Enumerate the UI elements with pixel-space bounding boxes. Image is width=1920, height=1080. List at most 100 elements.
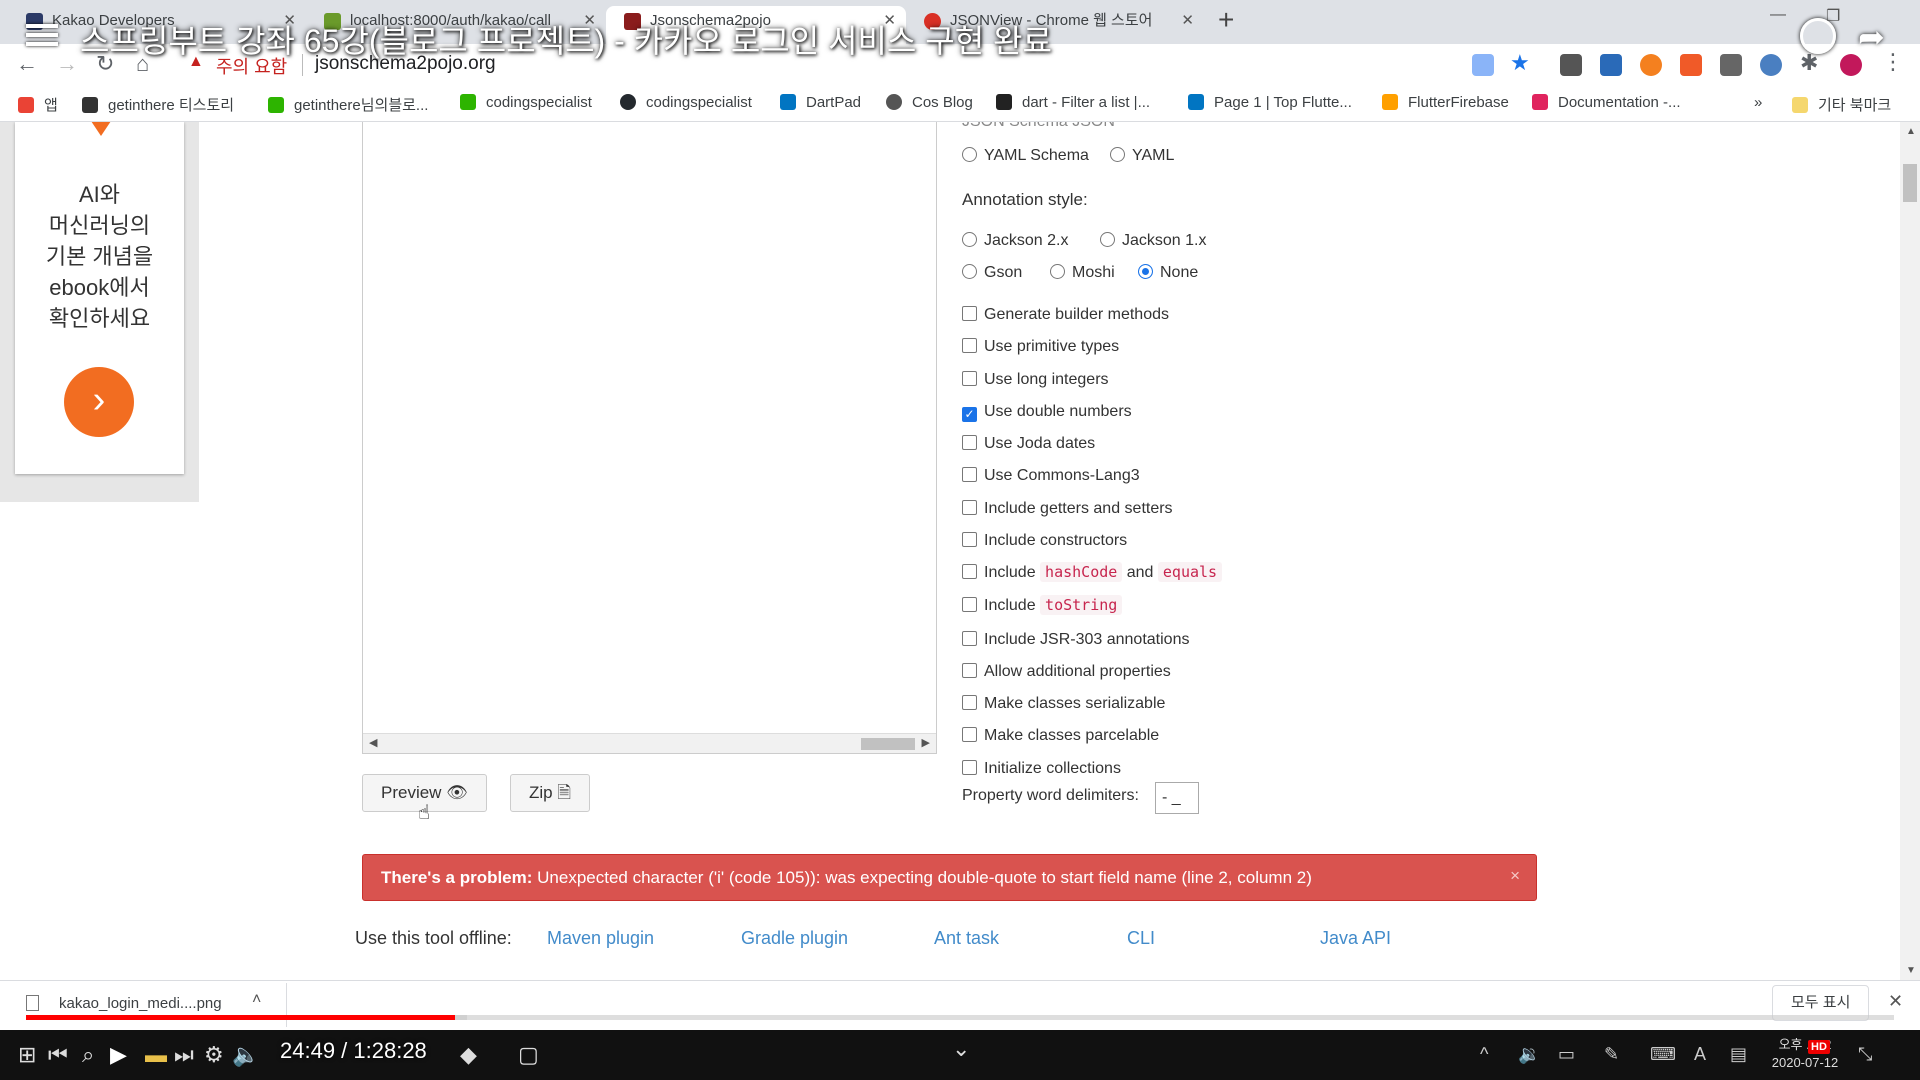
radio-button-selected[interactable] xyxy=(1138,264,1153,279)
next-icon[interactable]: ⏭ xyxy=(174,1042,194,1068)
bookmarks-overflow-chevron[interactable]: » xyxy=(1754,94,1762,111)
radio-button[interactable] xyxy=(1100,232,1115,247)
zip-button[interactable]: Zip 🗎 xyxy=(510,774,591,812)
download-item[interactable]: kakao_login_medi....png xyxy=(26,995,222,1012)
maven-plugin-link[interactable]: Maven plugin xyxy=(547,928,654,949)
checkbox-hashcode-equals[interactable]: Include hashCode and equals xyxy=(962,562,1223,582)
share-arrow-icon[interactable]: ➦ xyxy=(1858,18,1885,56)
radio-gson[interactable]: Gson xyxy=(962,264,1022,282)
checkbox-builder[interactable]: Generate builder methods xyxy=(962,306,1169,324)
app-icon[interactable]: ◆ xyxy=(460,1042,477,1068)
menu-kebab-icon[interactable]: ⋮ xyxy=(1882,49,1904,75)
radio-button[interactable] xyxy=(962,232,977,247)
checkbox-double[interactable]: ✓ Use double numbers xyxy=(962,403,1132,422)
alert-close-icon[interactable]: × xyxy=(1510,853,1520,898)
extension-icon[interactable] xyxy=(1560,54,1582,76)
bookmark-item[interactable]: DartPad xyxy=(780,94,861,111)
checkbox-parcelable[interactable]: Make classes parcelable xyxy=(962,727,1159,745)
checkbox[interactable] xyxy=(962,371,977,386)
tray-expand-icon[interactable]: ^ xyxy=(1480,1044,1488,1065)
extension-icon[interactable] xyxy=(1640,54,1662,76)
checkbox[interactable] xyxy=(962,500,977,515)
checkbox[interactable] xyxy=(962,338,977,353)
checkbox-long[interactable]: Use long integers xyxy=(962,371,1109,389)
ad-arrow-button[interactable]: › xyxy=(64,367,134,437)
scroll-down-icon[interactable]: ▼ xyxy=(1906,965,1916,976)
checkbox-additional-props[interactable]: Allow additional properties xyxy=(962,663,1171,681)
close-icon[interactable]: ✕ xyxy=(1888,991,1903,1012)
checkbox-commons[interactable]: Use Commons-Lang3 xyxy=(962,467,1140,485)
bookmark-item[interactable]: Documentation -... xyxy=(1532,94,1681,111)
folder-icon[interactable]: ▬ xyxy=(145,1042,167,1068)
checkbox[interactable] xyxy=(962,760,977,775)
scroll-up-icon[interactable]: ▲ xyxy=(1906,126,1916,137)
fullscreen-icon[interactable]: ▢ xyxy=(518,1042,539,1068)
video-menu-icon[interactable] xyxy=(26,24,58,48)
translate-icon[interactable] xyxy=(1472,54,1494,76)
ad-card[interactable]: AI와 머신러닝의 기본 개념을 ebook에서 확인하세요 › xyxy=(15,122,184,474)
play-icon[interactable]: ▶ xyxy=(110,1042,127,1068)
vertical-scrollbar[interactable]: ▲ ▼ xyxy=(1900,122,1920,980)
close-icon[interactable]: ✕ xyxy=(1181,6,1194,36)
extension-icon[interactable] xyxy=(1720,54,1742,76)
radio-yaml-schema[interactable]: YAML Schema xyxy=(962,147,1089,165)
checkbox[interactable] xyxy=(962,597,977,612)
extension-icon[interactable] xyxy=(1680,54,1702,76)
settings-gear-icon[interactable]: ⚙ xyxy=(204,1042,224,1068)
checkbox[interactable] xyxy=(962,727,977,742)
new-tab-plus-icon[interactable]: + xyxy=(1218,4,1234,36)
minimize-icon[interactable]: — xyxy=(1770,6,1786,24)
checkbox-init-collections[interactable]: Initialize collections xyxy=(962,760,1121,778)
checkbox[interactable] xyxy=(962,435,977,450)
video-progress-bar[interactable] xyxy=(26,1015,1894,1020)
radio-button[interactable] xyxy=(1050,264,1065,279)
radio-jackson1[interactable]: Jackson 1.x xyxy=(1100,232,1206,250)
scroll-left-icon[interactable]: ◀ xyxy=(369,736,377,749)
back-arrow-icon[interactable]: ← xyxy=(16,51,38,77)
windows-start-icon[interactable]: ⊞ xyxy=(18,1042,36,1068)
volume-icon[interactable]: 🔈 xyxy=(232,1042,259,1068)
subtitles-icon[interactable]: ▤ xyxy=(1730,1044,1747,1065)
chevron-down-icon[interactable]: ⌄ xyxy=(952,1036,970,1062)
checkbox-joda[interactable]: Use Joda dates xyxy=(962,435,1095,453)
scrollbar-thumb[interactable] xyxy=(1903,164,1917,202)
scroll-right-icon[interactable]: ▶ xyxy=(922,736,930,749)
bookmark-apps[interactable]: 앱 xyxy=(18,94,58,115)
checkbox-tostring[interactable]: Include toString xyxy=(962,595,1123,615)
avatar[interactable] xyxy=(1840,54,1862,76)
gradle-plugin-link[interactable]: Gradle plugin xyxy=(741,928,848,949)
json-input-editor[interactable]: ◀ ▶ xyxy=(362,122,937,754)
radio-yaml[interactable]: YAML xyxy=(1110,147,1174,165)
checkbox[interactable] xyxy=(962,695,977,710)
checkbox-getters[interactable]: Include getters and setters xyxy=(962,500,1173,518)
checkbox-serializable[interactable]: Make classes serializable xyxy=(962,695,1165,713)
bookmark-item[interactable]: codingspecialist xyxy=(620,94,752,111)
bookmark-item[interactable]: getinthere님의블로... xyxy=(268,94,428,115)
watch-later-clock-icon[interactable] xyxy=(1800,18,1836,54)
checkbox[interactable] xyxy=(962,306,977,321)
speaker-icon[interactable]: 🔉 xyxy=(1518,1044,1540,1065)
keyboard-icon[interactable]: ⌨ xyxy=(1650,1044,1676,1065)
forward-arrow-icon[interactable]: → xyxy=(56,51,78,77)
checkbox-checked[interactable]: ✓ xyxy=(962,407,977,422)
checkbox[interactable] xyxy=(962,564,977,579)
ime-icon[interactable]: A xyxy=(1694,1044,1706,1065)
radio-button[interactable] xyxy=(1110,147,1125,162)
pen-icon[interactable]: ✎ xyxy=(1604,1044,1619,1065)
checkbox-jsr303[interactable]: Include JSR-303 annotations xyxy=(962,631,1189,649)
previous-icon[interactable]: ⏮ xyxy=(48,1042,68,1068)
checkbox[interactable] xyxy=(962,663,977,678)
bookmark-item[interactable]: Page 1 | Top Flutte... xyxy=(1188,94,1352,111)
other-bookmarks-folder[interactable]: 기타 북마크 xyxy=(1792,94,1891,115)
checkbox[interactable] xyxy=(962,467,977,482)
extension-icon[interactable] xyxy=(1600,54,1622,76)
delimiters-input[interactable]: - _ xyxy=(1155,782,1199,814)
java-api-link[interactable]: Java API xyxy=(1320,928,1391,949)
cli-link[interactable]: CLI xyxy=(1127,928,1155,949)
bookmark-item[interactable]: Cos Blog xyxy=(886,94,973,111)
checkbox-constructors[interactable]: Include constructors xyxy=(962,532,1127,550)
battery-icon[interactable]: ▭ xyxy=(1558,1044,1575,1065)
radio-button[interactable] xyxy=(962,147,977,162)
bookmark-item[interactable]: getinthere 티스토리 xyxy=(82,94,234,115)
checkbox[interactable] xyxy=(962,532,977,547)
